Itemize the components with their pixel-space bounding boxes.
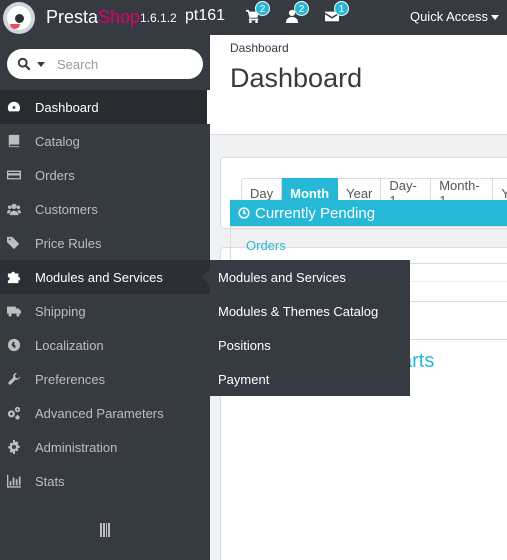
customers-notification[interactable]: 2: [285, 1, 309, 25]
version-label: 1.6.1.2: [140, 11, 177, 25]
sidebar-item-administration[interactable]: Administration: [0, 430, 210, 464]
pending-orders-link[interactable]: Orders: [230, 226, 507, 264]
sidebar-item-orders[interactable]: Orders: [0, 158, 210, 192]
sidebar-item-label: Advanced Parameters: [35, 405, 164, 421]
caret-down-icon: [491, 15, 499, 21]
clock-icon: [238, 207, 250, 219]
credit-card-icon: [7, 170, 21, 180]
top-bar: PrestaShop 1.6.1.2 pt161 2 2 1 Quick Acc…: [0, 0, 507, 35]
sidebar-item-customers[interactable]: Customers: [0, 192, 210, 226]
search-icon[interactable]: [17, 57, 31, 71]
page-title: Dashboard: [230, 63, 363, 93]
sidebar-item-label: Orders: [35, 167, 75, 183]
sidebar-item-label: Shipping: [35, 303, 86, 319]
sidebar: Dashboard Catalog Orders Customers Price…: [0, 35, 210, 560]
sidebar-item-preferences[interactable]: Preferences: [0, 362, 210, 396]
quick-access-dropdown[interactable]: Quick Access: [410, 9, 499, 24]
notification-badge: 2: [294, 1, 309, 16]
book-icon: [8, 134, 20, 148]
sidebar-item-label: Stats: [35, 473, 65, 489]
sidebar-item-label: Customers: [35, 201, 98, 217]
currently-pending-header: Currently Pending: [230, 200, 507, 226]
sidebar-item-advanced-parameters[interactable]: Advanced Parameters: [0, 396, 210, 430]
sidebar-item-label: Preferences: [35, 371, 106, 387]
modules-submenu: Modules and Services Modules & Themes Ca…: [202, 260, 410, 396]
breadcrumb[interactable]: Dashboard: [230, 41, 289, 55]
tags-icon: [7, 236, 20, 250]
sidebar-item-label: Modules and Services: [35, 269, 163, 285]
truck-icon: [7, 306, 21, 317]
page-header: Dashboard Dashboard: [210, 35, 507, 135]
caret-down-icon[interactable]: [37, 62, 45, 67]
sidebar-item-modules[interactable]: Modules and Services: [0, 260, 210, 294]
currently-pending-title: Currently Pending: [255, 204, 376, 222]
users-icon: [7, 203, 21, 216]
search-box[interactable]: [7, 49, 203, 79]
brand-name[interactable]: PrestaShop: [46, 7, 140, 27]
sidebar-item-label: Localization: [35, 337, 104, 353]
submenu-item-payment[interactable]: Payment: [210, 362, 410, 396]
main-menu: Dashboard Catalog Orders Customers Price…: [0, 90, 210, 498]
cogs-icon: [7, 406, 21, 420]
sidebar-item-label: Catalog: [35, 133, 80, 149]
dashboard-icon: [7, 101, 20, 112]
messages-notification[interactable]: 1: [325, 1, 349, 25]
sidebar-item-catalog[interactable]: Catalog: [0, 124, 210, 158]
puzzle-icon: [7, 271, 21, 284]
submenu-item-positions[interactable]: Positions: [210, 328, 410, 362]
sidebar-item-label: Administration: [35, 439, 118, 455]
submenu-item-modules-and-services[interactable]: Modules and Services: [210, 260, 410, 294]
globe-icon: [7, 338, 21, 352]
notification-badge: 2: [255, 1, 270, 16]
sidebar-item-shipping[interactable]: Shipping: [0, 294, 210, 328]
sidebar-item-label: Dashboard: [35, 99, 99, 115]
prestashop-logo-icon[interactable]: [3, 2, 35, 34]
sidebar-item-dashboard[interactable]: Dashboard: [0, 90, 210, 124]
sidebar-item-label: Price Rules: [35, 235, 102, 251]
collapse-sidebar-icon[interactable]: [100, 523, 110, 537]
cog-icon: [8, 440, 20, 454]
bar-chart-icon: [7, 474, 21, 488]
orders-notification[interactable]: 2: [246, 1, 270, 25]
sidebar-item-stats[interactable]: Stats: [0, 464, 210, 498]
sidebar-item-price-rules[interactable]: Price Rules: [0, 226, 210, 260]
notification-badge: 1: [334, 1, 349, 16]
wrench-icon: [7, 372, 21, 386]
sidebar-item-localization[interactable]: Localization: [0, 328, 210, 362]
shop-name[interactable]: pt161: [185, 7, 225, 25]
submenu-item-modules-themes-catalog[interactable]: Modules & Themes Catalog: [210, 294, 410, 328]
search-input[interactable]: [57, 56, 192, 72]
